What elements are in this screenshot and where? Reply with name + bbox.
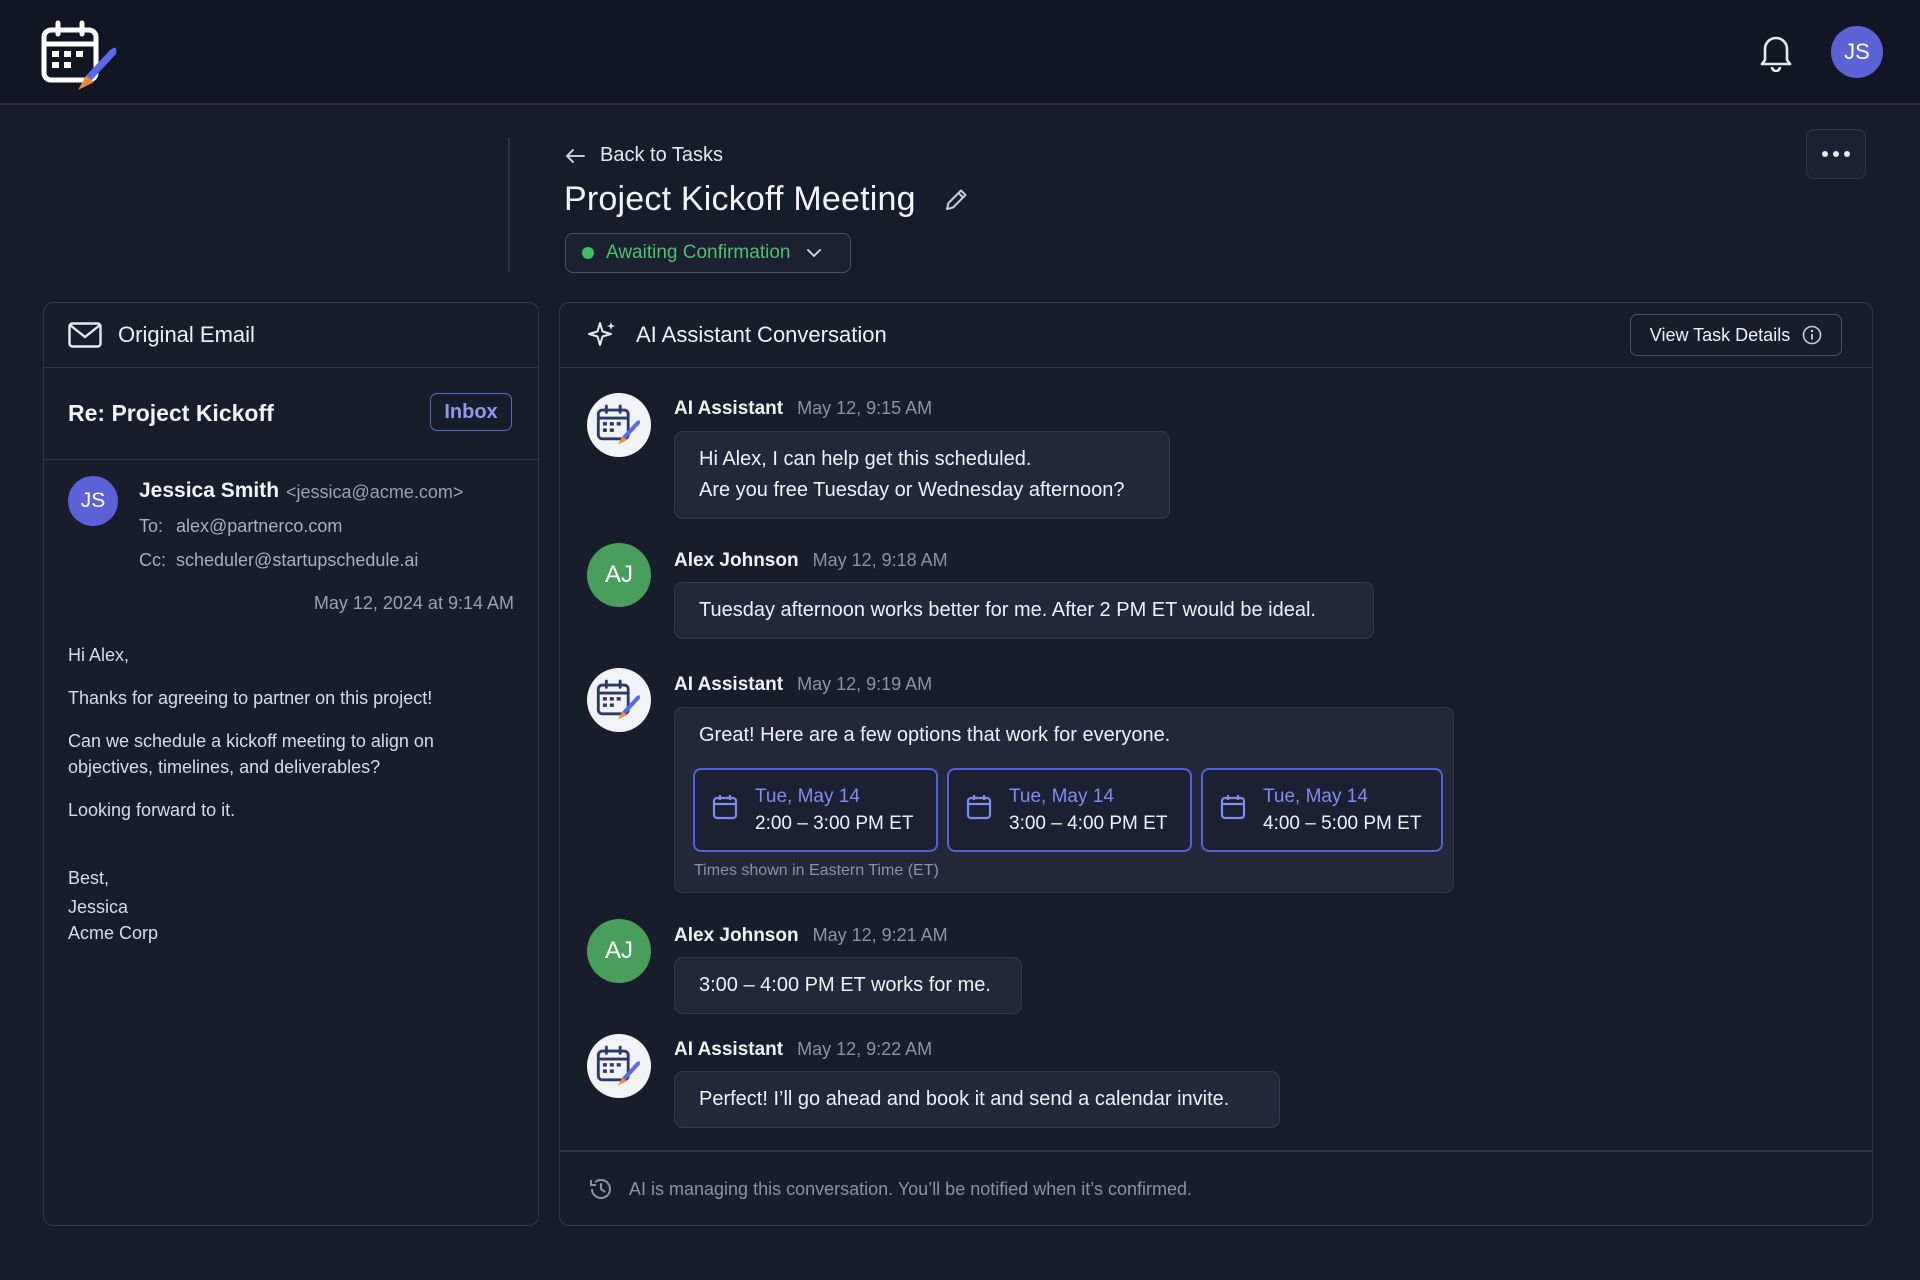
- message-bubble: Perfect! I’ll go ahead and book it and s…: [674, 1071, 1280, 1128]
- cc-address: scheduler@startupschedule.ai: [176, 550, 419, 570]
- divider: [508, 138, 510, 272]
- cc-label: Cc:: [139, 550, 166, 570]
- sparkle-icon: [588, 322, 615, 346]
- email-paragraph: objectives, timelines, and deliverables?: [68, 757, 381, 777]
- email-signature-company: Acme Corp: [68, 923, 159, 943]
- more-options-button[interactable]: [1806, 129, 1866, 179]
- more-icon: [1822, 151, 1828, 157]
- status-dropdown[interactable]: Awaiting Confirmation: [565, 233, 851, 273]
- email-greeting: Hi Alex,: [68, 645, 130, 665]
- message-sender: Alex Johnson: [674, 550, 799, 571]
- status-label: Awaiting Confirmation: [606, 242, 791, 263]
- email-date: May 12, 2024 at 9:14 AM: [313, 593, 514, 613]
- email-subject: Re: Project Kickoff: [68, 400, 274, 426]
- message-bubble: Hi Alex, I can help get this scheduled. …: [674, 431, 1170, 519]
- slot-time: 3:00 – 4:00 PM ET: [1009, 813, 1168, 834]
- message-bubble: Tuesday afternoon works better for me. A…: [674, 582, 1374, 639]
- calendar-icon: [1220, 795, 1246, 820]
- bell-icon[interactable]: [1757, 32, 1795, 72]
- sender-avatar: JS: [68, 476, 118, 526]
- message-header: AI Assistant May 12, 9:19 AM: [674, 674, 932, 696]
- slot-time: 4:00 – 5:00 PM ET: [1263, 813, 1422, 834]
- slot-time: 2:00 – 3:00 PM ET: [755, 813, 914, 834]
- footer-divider: [559, 1150, 1873, 1152]
- conversation-panel-title: AI Assistant Conversation: [636, 322, 887, 347]
- app-logo-icon[interactable]: [40, 20, 120, 92]
- message-header: AI Assistant May 12, 9:22 AM: [674, 1039, 932, 1061]
- sender-name: Jessica Smith: [139, 479, 280, 502]
- page-title: Project Kickoff Meeting: [564, 180, 916, 218]
- user-avatar[interactable]: JS: [1831, 26, 1883, 78]
- original-email-panel: Original Email Re: Project Kickoff Inbox…: [43, 302, 539, 1226]
- message-bubble: 3:00 – 4:00 PM ET works for me.: [674, 957, 1022, 1014]
- to-address: alex@partnerco.com: [176, 516, 343, 536]
- time-slot-option[interactable]: Tue, May 14 3:00 – 4:00 PM ET: [947, 768, 1192, 852]
- sender-email: <jessica@acme.com>: [286, 482, 464, 502]
- user-avatar-alex: AJ: [587, 543, 651, 607]
- ai-status-footer: AI is managing this conversation. You’ll…: [629, 1179, 1192, 1199]
- conversation-panel-header: AI Assistant Conversation View Task Deta…: [560, 303, 1872, 368]
- slot-date: Tue, May 14: [755, 786, 860, 807]
- message-header: Alex Johnson May 12, 9:18 AM: [674, 550, 948, 572]
- calendar-icon: [712, 795, 738, 820]
- info-icon: [1802, 325, 1822, 345]
- app-logo-icon: [596, 404, 640, 445]
- time-slot-option[interactable]: Tue, May 14 2:00 – 3:00 PM ET: [693, 768, 938, 852]
- mail-icon: [68, 322, 102, 348]
- email-panel-header: Original Email: [44, 303, 538, 368]
- view-task-details-button[interactable]: View Task Details: [1630, 314, 1842, 356]
- time-slot-option[interactable]: Tue, May 14 4:00 – 5:00 PM ET: [1201, 768, 1443, 852]
- message-time: May 12, 9:22 AM: [797, 1039, 933, 1059]
- email-paragraph: Looking forward to it.: [68, 800, 236, 820]
- calendar-icon: [966, 795, 992, 820]
- message-time: May 12, 9:19 AM: [797, 674, 933, 694]
- message-text: Tuesday afternoon works better for me. A…: [699, 599, 1316, 621]
- message-header: Alex Johnson May 12, 9:21 AM: [674, 925, 948, 947]
- back-to-tasks-link[interactable]: Back to Tasks: [564, 144, 723, 167]
- message-text: 3:00 – 4:00 PM ET works for me.: [699, 974, 991, 996]
- email-subject-row: Re: Project Kickoff Inbox: [44, 368, 538, 460]
- message-text: Perfect! I’ll go ahead and book it and s…: [699, 1088, 1230, 1110]
- top-bar: JS: [0, 0, 1920, 105]
- timezone-note: Times shown in Eastern Time (ET): [694, 862, 939, 879]
- back-label: Back to Tasks: [600, 144, 724, 166]
- to-label: To:: [139, 516, 164, 536]
- message-sender: AI Assistant: [674, 674, 784, 695]
- ai-assistant-avatar: [587, 393, 651, 457]
- title-row: Project Kickoff Meeting: [564, 180, 970, 219]
- app-logo-icon: [596, 1045, 640, 1086]
- user-avatar-alex: AJ: [587, 919, 651, 983]
- history-icon: [590, 1179, 611, 1199]
- email-signoff: Best,: [68, 868, 110, 888]
- pencil-icon[interactable]: [942, 186, 970, 214]
- email-panel-title: Original Email: [118, 322, 255, 347]
- message-text: Are you free Tuesday or Wednesday aftern…: [699, 479, 1125, 501]
- ai-assistant-avatar: [587, 668, 651, 732]
- chevron-down-icon: [807, 249, 822, 258]
- status-dot: [582, 247, 594, 259]
- inbox-badge[interactable]: Inbox: [430, 393, 512, 431]
- message-sender: AI Assistant: [674, 1039, 784, 1060]
- email-signature-name: Jessica: [68, 897, 129, 917]
- message-sender: Alex Johnson: [674, 925, 799, 946]
- slot-date: Tue, May 14: [1263, 786, 1368, 807]
- view-task-details-label: View Task Details: [1649, 324, 1791, 345]
- message-sender: AI Assistant: [674, 398, 784, 419]
- message-header: AI Assistant May 12, 9:15 AM: [674, 398, 932, 420]
- arrow-left-icon: [566, 148, 585, 163]
- message-text: Great! Here are a few options that work …: [699, 724, 1171, 746]
- message-time: May 12, 9:18 AM: [812, 550, 948, 570]
- message-time: May 12, 9:15 AM: [797, 398, 933, 418]
- email-paragraph: Thanks for agreeing to partner on this p…: [68, 688, 433, 708]
- app-logo-icon: [596, 679, 640, 720]
- message-text: Hi Alex, I can help get this scheduled.: [699, 448, 1032, 470]
- message-time: May 12, 9:21 AM: [812, 925, 948, 945]
- slot-date: Tue, May 14: [1009, 786, 1114, 807]
- ai-assistant-avatar: [587, 1034, 651, 1098]
- email-paragraph: Can we schedule a kickoff meeting to ali…: [68, 731, 434, 751]
